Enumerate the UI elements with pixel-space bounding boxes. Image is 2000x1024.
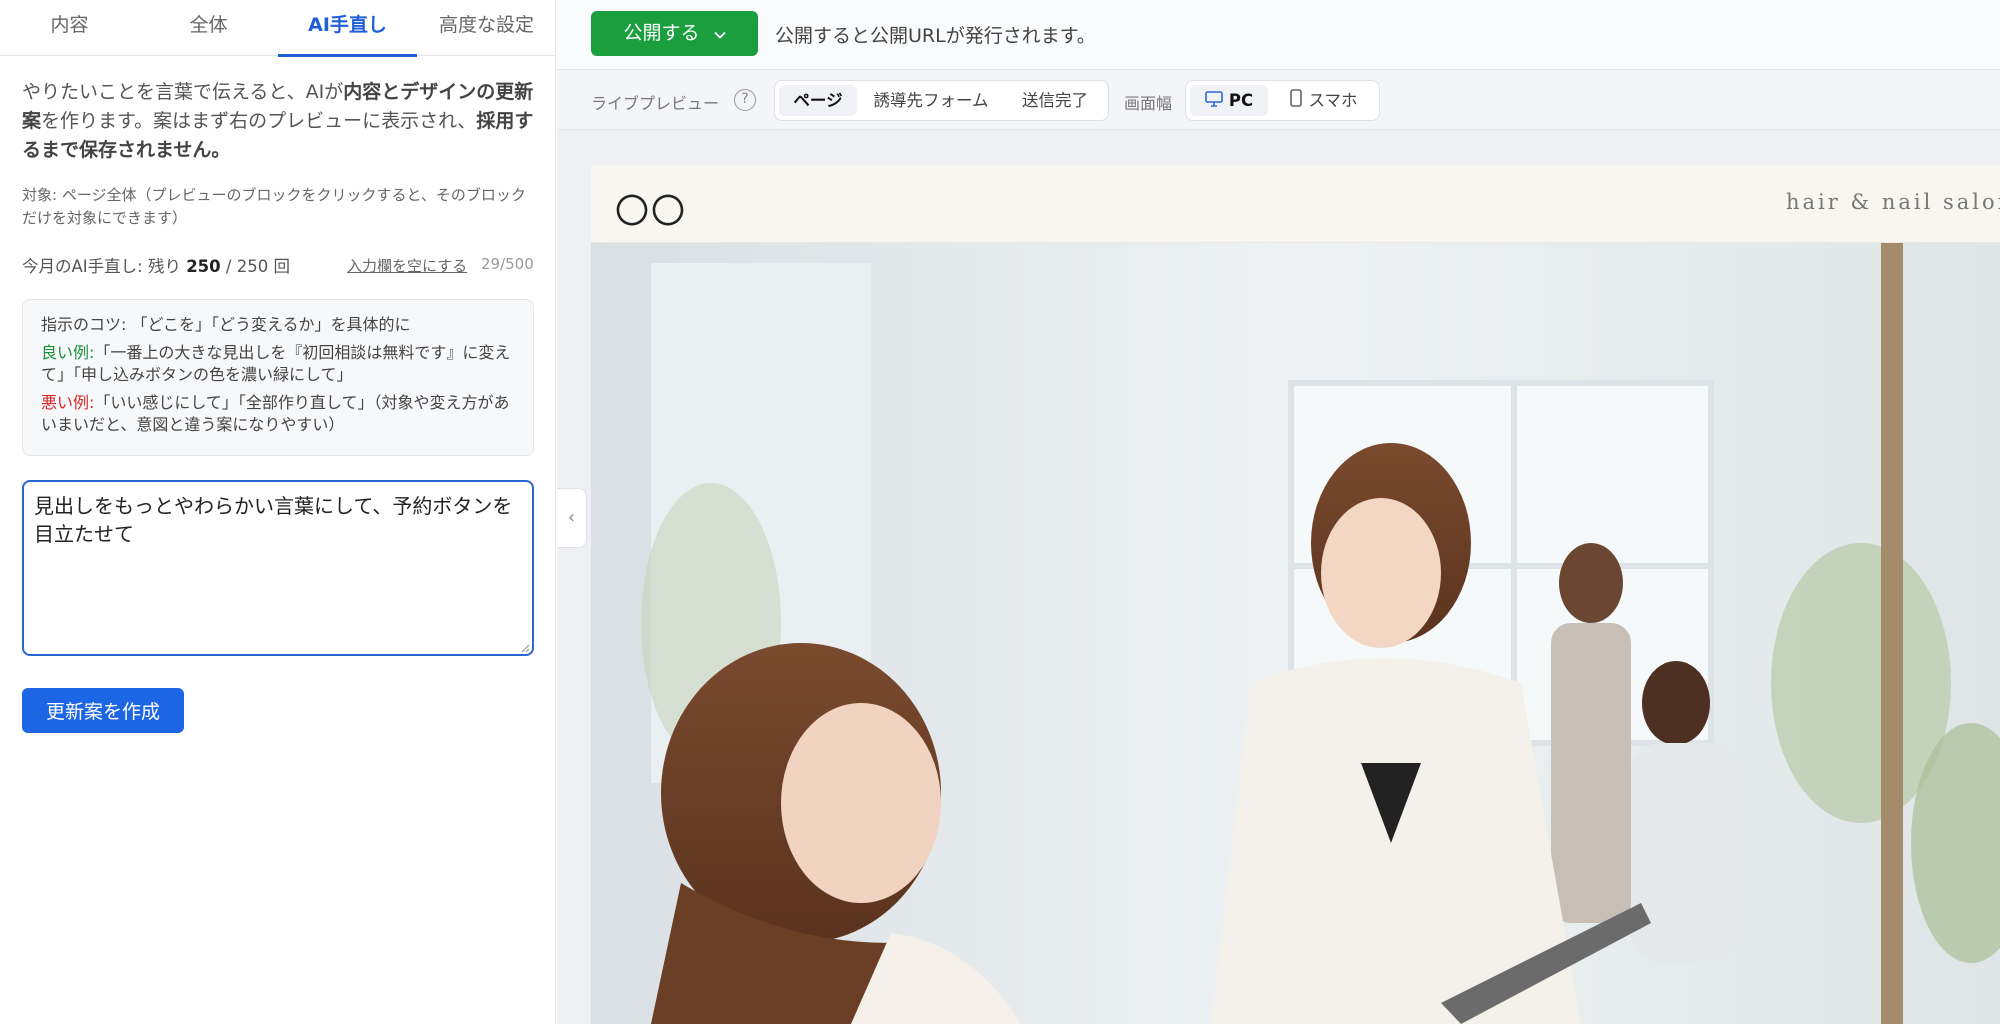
site-header: 〇〇 hair & nail salon <box>591 165 2000 243</box>
create-proposal-button[interactable]: 更新案を作成 <box>22 688 184 733</box>
ai-edit-panel: 内容 全体 AI手直し 高度な設定 やりたいことを言葉で伝えると、AIが内容とデ… <box>0 0 556 1024</box>
help-icon[interactable]: ? <box>734 89 756 111</box>
monitor-icon <box>1205 86 1223 117</box>
top-bar: 公開する 公開すると公開URLが発行されます。 <box>557 0 2000 70</box>
publish-button[interactable]: 公開する <box>591 11 758 56</box>
view-destination-form[interactable]: 誘導先フォーム <box>861 85 1001 116</box>
preview-area: 公開する 公開すると公開URLが発行されます。 ライブプレビュー ? ページ 誘… <box>557 0 2000 1024</box>
char-counter: 29/500 <box>481 255 534 273</box>
instruction-input[interactable] <box>22 480 534 656</box>
tab-ai-edit[interactable]: AI手直し <box>278 0 417 57</box>
live-preview-label: ライブプレビュー <box>591 94 720 113</box>
hero-image[interactable] <box>591 243 2000 1024</box>
clear-input-link[interactable]: 入力欄を空にする <box>347 255 467 276</box>
view-page[interactable]: ページ <box>779 85 857 116</box>
good-example: 良い例:「一番上の大きな見出しを『初回相談は無料です』に変えて」「申し込みボタン… <box>41 343 511 384</box>
publish-note: 公開すると公開URLが発行されます。 <box>775 25 1096 47</box>
smartphone-icon <box>1290 86 1303 117</box>
device-pc[interactable]: PC <box>1190 85 1268 116</box>
tips-heading: 指示のコツ: 「どこを」「どう変えるか」を具体的に <box>41 315 411 334</box>
chevron-down-icon <box>713 28 726 43</box>
site-logo: 〇〇 <box>615 192 687 232</box>
tab-content[interactable]: 内容 <box>0 0 139 56</box>
preview-canvas: 〇〇 hair & nail salon <box>591 165 2000 1024</box>
preview-toolbar: ライブプレビュー ? ページ 誘導先フォーム 送信完了 画面幅 PC スマホ <box>557 70 2000 130</box>
quota-remaining: 250 <box>186 257 221 276</box>
bad-example: 悪い例:「いい感じにして」「全部作り直して」（対象や変え方があいまいだと、意図と… <box>41 393 510 434</box>
preview-view-switch: ページ 誘導先フォーム 送信完了 <box>774 80 1109 121</box>
view-submit-complete[interactable]: 送信完了 <box>1005 85 1105 116</box>
tab-advanced-settings[interactable]: 高度な設定 <box>417 0 556 56</box>
chevron-left-icon: ‹ <box>567 507 576 528</box>
quota-text: 今月のAI手直し: 残り 250 / 250 回 <box>22 257 290 276</box>
target-note: 対象: ページ全体（プレビューのブロックをクリックすると、そのブロックだけを対象… <box>22 186 526 227</box>
device-switch: PC スマホ <box>1185 80 1380 121</box>
intro-text: やりたいことを言葉で伝えると、AIが内容とデザインの更新案を作ります。案はまず右… <box>22 81 534 161</box>
screen-width-label: 画面幅 <box>1124 94 1173 113</box>
panel-tabs: 内容 全体 AI手直し 高度な設定 <box>0 0 556 57</box>
device-smartphone[interactable]: スマホ <box>1272 85 1376 116</box>
tab-overall[interactable]: 全体 <box>139 0 278 56</box>
collapse-panel-button[interactable]: ‹ <box>557 488 587 548</box>
resize-grip-icon[interactable] <box>520 643 530 653</box>
tips-box: 指示のコツ: 「どこを」「どう変えるか」を具体的に 良い例:「一番上の大きな見出… <box>22 299 534 456</box>
salon-photo <box>591 243 2000 1024</box>
site-tagline: hair & nail salon <box>1786 190 2000 214</box>
